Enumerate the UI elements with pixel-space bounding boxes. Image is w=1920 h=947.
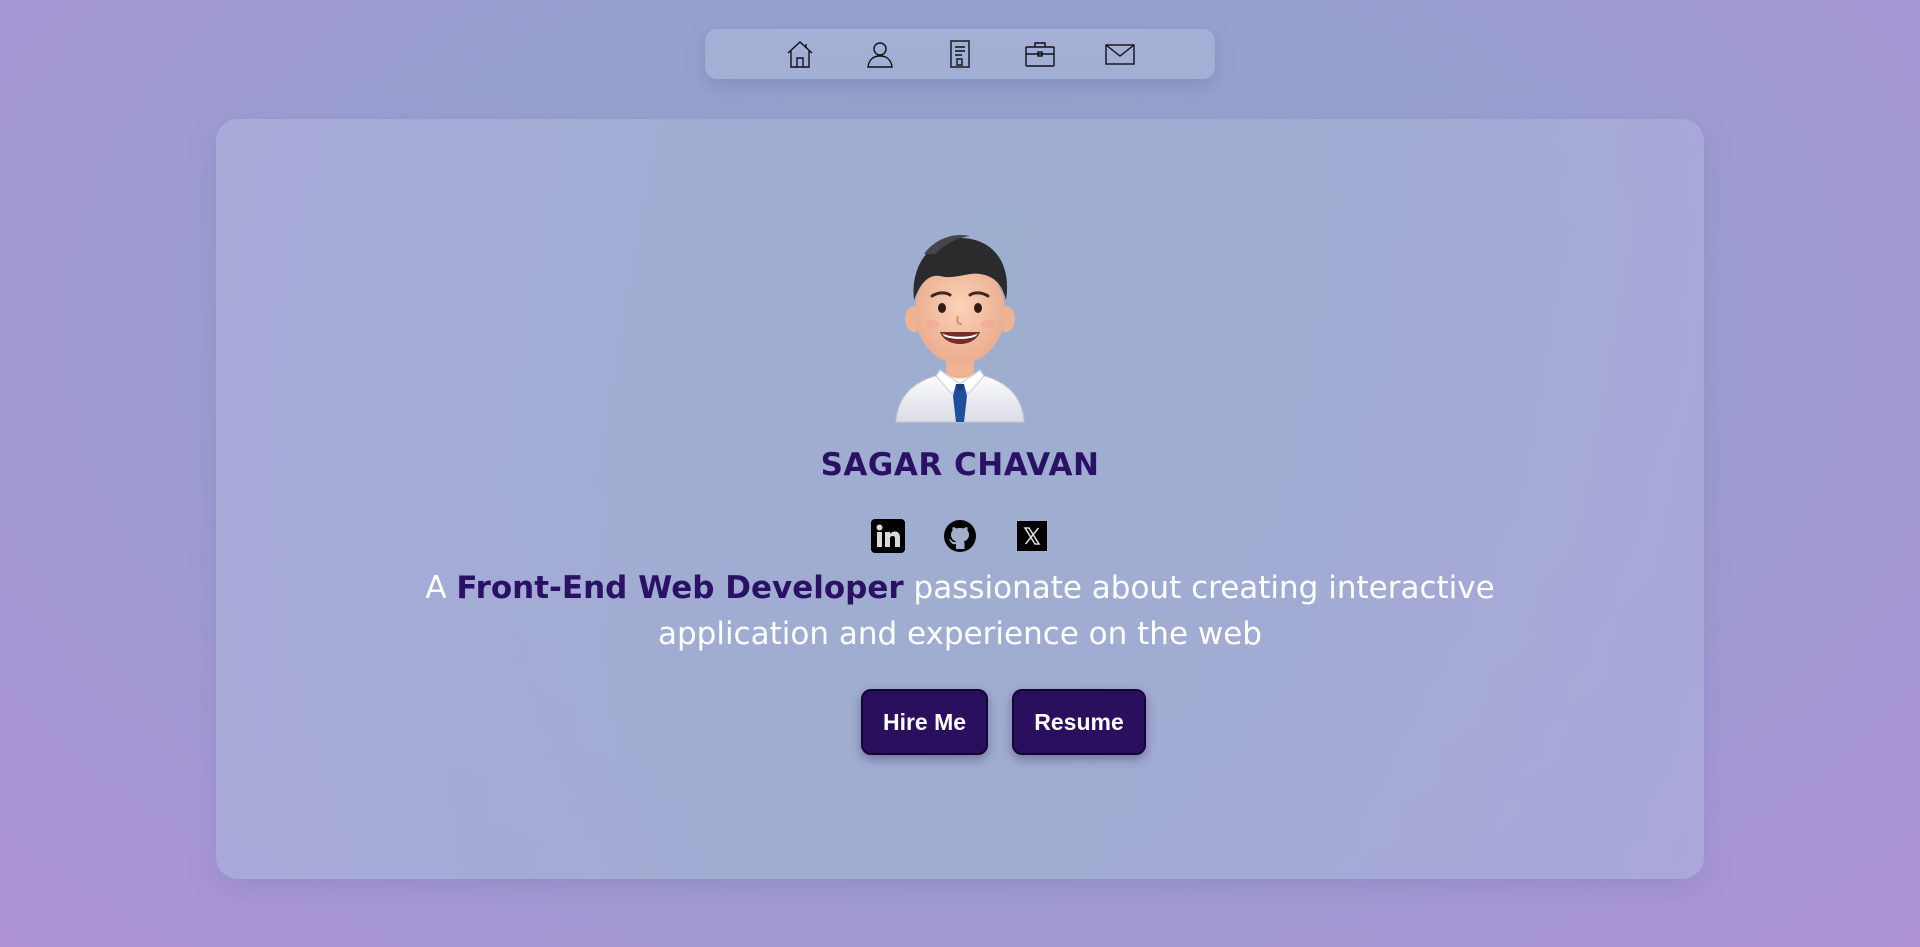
x-twitter-icon <box>1017 521 1047 551</box>
document-icon <box>950 40 970 68</box>
top-navbar <box>705 29 1215 79</box>
resume-button[interactable]: Resume <box>1012 689 1146 755</box>
profile-name: SAGAR CHAVAN <box>820 447 1100 483</box>
avatar-illustration <box>895 234 1025 423</box>
linkedin-link[interactable] <box>870 518 906 554</box>
nav-contact[interactable] <box>1100 34 1140 74</box>
nav-about[interactable] <box>860 34 900 74</box>
nav-portfolio[interactable] <box>1020 34 1060 74</box>
hire-me-button[interactable]: Hire Me <box>861 689 988 755</box>
tagline: A Front-End Web Developer passionate abo… <box>360 565 1560 657</box>
home-icon <box>787 41 813 68</box>
github-icon <box>944 520 976 552</box>
nav-resume[interactable] <box>940 34 980 74</box>
tagline-role: Front-End Web Developer <box>456 570 904 606</box>
linkedin-icon <box>871 519 905 553</box>
briefcase-icon <box>1025 42 1055 67</box>
github-link[interactable] <box>942 518 978 554</box>
tagline-prefix: A <box>425 570 457 606</box>
x-twitter-link[interactable] <box>1014 518 1050 554</box>
user-icon <box>867 42 893 68</box>
social-links <box>870 518 1050 554</box>
mail-icon <box>1105 44 1135 65</box>
nav-home[interactable] <box>780 34 820 74</box>
